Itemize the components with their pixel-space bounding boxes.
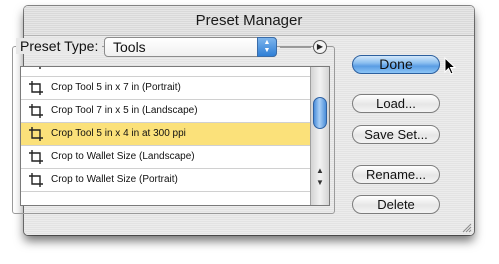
done-button[interactable]: Done: [352, 55, 440, 74]
list-item-partial[interactable]: [21, 67, 310, 77]
list-item[interactable]: Crop Tool 5 in x 7 in (Portrait): [21, 77, 310, 100]
crop-tool-icon: [39, 67, 41, 69]
group-divider: [280, 47, 311, 48]
crop-tool-icon: [29, 173, 43, 187]
resize-grip-icon[interactable]: [460, 221, 472, 233]
preset-type-dropdown[interactable]: Tools ▲ ▼: [104, 37, 277, 57]
list-scrollbar[interactable]: ▲ ▼: [310, 67, 329, 205]
delete-button[interactable]: Delete: [352, 195, 440, 214]
load-button[interactable]: Load...: [352, 94, 440, 113]
dropdown-arrows-icon: ▲ ▼: [257, 37, 277, 57]
list-item[interactable]: Crop Tool 7 in x 5 in (Landscape): [21, 100, 310, 123]
list-item[interactable]: Crop to Wallet Size (Landscape): [21, 146, 310, 169]
flyout-menu-icon[interactable]: ▶: [313, 40, 327, 54]
scroll-down-arrow-icon[interactable]: ▼: [311, 177, 329, 189]
list-item-label: Crop to Wallet Size (Portrait): [51, 174, 178, 185]
scrollbar-thumb[interactable]: [313, 97, 327, 129]
list-item-label: Crop to Wallet Size (Landscape): [51, 151, 195, 162]
preset-list[interactable]: Crop Tool 5 in x 7 in (Portrait) Crop To…: [20, 66, 330, 206]
crop-tool-icon: [29, 81, 43, 95]
crop-tool-icon: [29, 127, 43, 141]
preset-type-label: Preset Type:: [16, 38, 103, 54]
mouse-cursor-icon: [444, 57, 456, 75]
save-set-button[interactable]: Save Set...: [352, 125, 440, 144]
list-item-selected[interactable]: Crop Tool 5 in x 4 in at 300 ppi: [21, 123, 310, 146]
list-item-label: Crop Tool 5 in x 7 in (Portrait): [51, 82, 181, 93]
crop-tool-icon: [29, 104, 43, 118]
scroll-up-arrow-icon[interactable]: ▲: [311, 165, 329, 177]
list-item[interactable]: Crop to Wallet Size (Portrait): [21, 169, 310, 192]
list-item-label: Crop Tool 7 in x 5 in (Landscape): [51, 105, 198, 116]
title-bar[interactable]: Preset Manager: [24, 6, 474, 36]
rename-button[interactable]: Rename...: [352, 165, 440, 184]
window-title: Preset Manager: [195, 12, 303, 29]
crop-tool-icon: [29, 150, 43, 164]
list-item-label: Crop Tool 5 in x 4 in at 300 ppi: [51, 128, 186, 139]
preset-type-value: Tools: [113, 39, 146, 55]
